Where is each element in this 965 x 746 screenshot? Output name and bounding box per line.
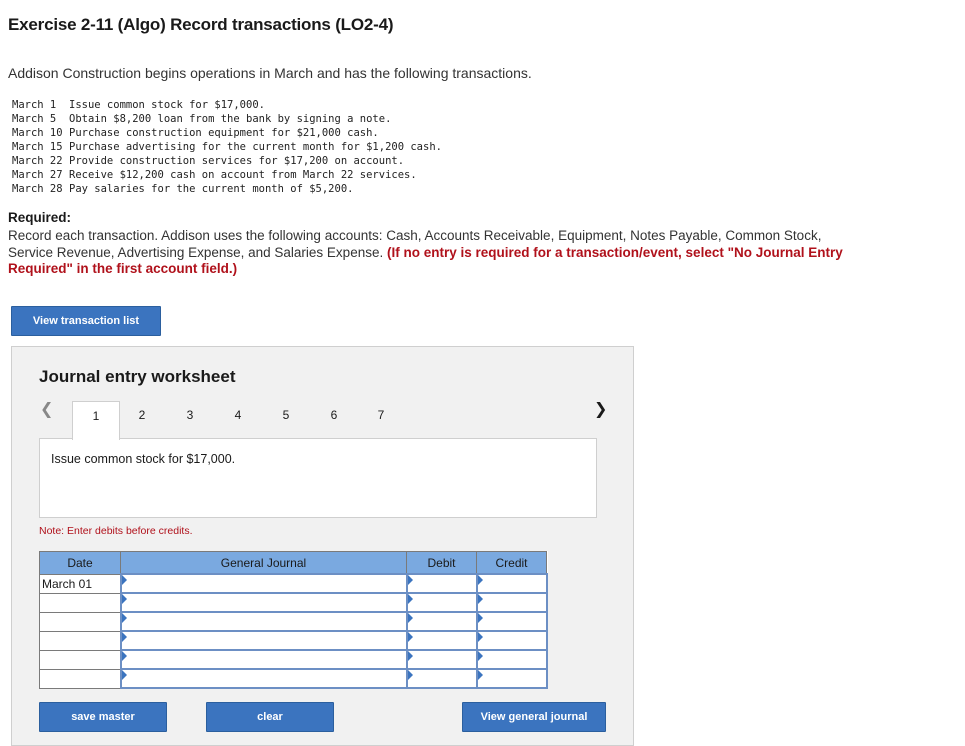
transaction-text: Issue common stock for $17,000. [69,99,265,111]
debit-column-header: Debit [406,551,477,575]
debit-input[interactable] [405,649,478,670]
transaction-item: March 1 Issue common stock for $17,000. [12,98,442,112]
date-cell[interactable]: March 01 [39,573,121,594]
transaction-date: March 27 [12,169,63,181]
date-cell[interactable] [39,630,121,651]
general-journal-table: Date General Journal Debit Credit March … [39,551,548,689]
chevron-left-icon[interactable]: ❮ [40,399,53,419]
transaction-text: Provide construction services for $17,20… [69,155,405,167]
transaction-text: Receive $12,200 cash on account from Mar… [69,169,417,181]
worksheet-title: Journal entry worksheet [39,367,236,386]
transaction-date: March 1 [12,99,57,111]
credit-input[interactable] [475,573,548,594]
table-row [39,611,548,632]
chevron-right-icon[interactable]: ❯ [594,399,607,419]
account-input[interactable] [119,630,408,651]
transaction-list: March 1 Issue common stock for $17,000. M… [12,98,442,196]
tab-transaction-6[interactable]: 6 [310,401,358,437]
transaction-text: Purchase construction equipment for $21,… [69,127,379,139]
credit-input[interactable] [475,611,548,632]
required-instructions: Record each transaction. Addison uses th… [8,228,858,278]
transaction-text: Purchase advertising for the current mon… [69,141,442,153]
transaction-item: March 10 Purchase construction equipment … [12,126,442,140]
account-input[interactable] [119,592,408,613]
tab-transaction-7[interactable]: 7 [357,401,405,437]
clear-button[interactable]: clear [206,702,334,732]
transaction-item: March 28 Pay salaries for the current mon… [12,182,442,196]
date-column-header: Date [39,551,121,575]
transaction-item: March 15 Purchase advertising for the cur… [12,140,442,154]
account-input[interactable] [119,611,408,632]
transaction-date: March 15 [12,141,63,153]
date-cell[interactable] [39,668,121,689]
account-input[interactable] [119,649,408,670]
debit-input[interactable] [405,668,478,689]
debit-input[interactable] [405,611,478,632]
transaction-item: March 22 Provide construction services fo… [12,154,442,168]
transaction-date: March 5 [12,113,57,125]
credit-input[interactable] [475,592,548,613]
debit-input[interactable] [405,630,478,651]
table-header-row: Date General Journal Debit Credit [39,551,547,575]
table-row [39,592,548,613]
transaction-item: March 5 Obtain $8,200 loan from the bank … [12,112,442,126]
table-row [39,649,548,670]
transaction-item: March 27 Receive $12,200 cash on account … [12,168,442,182]
page-title: Exercise 2-11 (Algo) Record transactions… [8,15,394,34]
transaction-description: Issue common stock for $17,000. [51,452,236,466]
debit-input[interactable] [405,573,478,594]
tab-transaction-1[interactable]: 1 [72,401,120,440]
account-input[interactable] [119,668,408,689]
view-general-journal-button[interactable]: View general journal [462,702,606,732]
table-row: March 01 [39,573,548,594]
debit-credit-note: Note: Enter debits before credits. [39,525,193,537]
journal-entry-worksheet: Journal entry worksheet ❮ 1 2 3 4 5 6 7 … [11,346,634,746]
credit-column-header: Credit [476,551,547,575]
transaction-description-box: Issue common stock for $17,000. [39,438,597,518]
credit-input[interactable] [475,668,548,689]
date-cell[interactable] [39,611,121,632]
transaction-text: Pay salaries for the current month of $5… [69,183,354,195]
transaction-date: March 28 [12,183,63,195]
transaction-date: March 22 [12,155,63,167]
table-row [39,630,548,651]
date-cell[interactable] [39,592,121,613]
required-heading: Required: [8,210,72,225]
table-row [39,668,548,689]
credit-input[interactable] [475,630,548,651]
tab-transaction-4[interactable]: 4 [214,401,262,437]
tab-transaction-2[interactable]: 2 [118,401,166,437]
debit-input[interactable] [405,592,478,613]
transaction-text: Obtain $8,200 loan from the bank by sign… [69,113,392,125]
tab-transaction-3[interactable]: 3 [166,401,214,437]
account-input[interactable] [119,573,408,594]
intro-text: Addison Construction begins operations i… [8,65,532,81]
save-master-button[interactable]: save master [39,702,167,732]
tab-transaction-5[interactable]: 5 [262,401,310,437]
date-cell[interactable] [39,649,121,670]
credit-input[interactable] [475,649,548,670]
general-journal-column-header: General Journal [120,551,407,575]
transaction-date: March 10 [12,127,63,139]
view-transaction-list-button[interactable]: View transaction list [11,306,161,336]
